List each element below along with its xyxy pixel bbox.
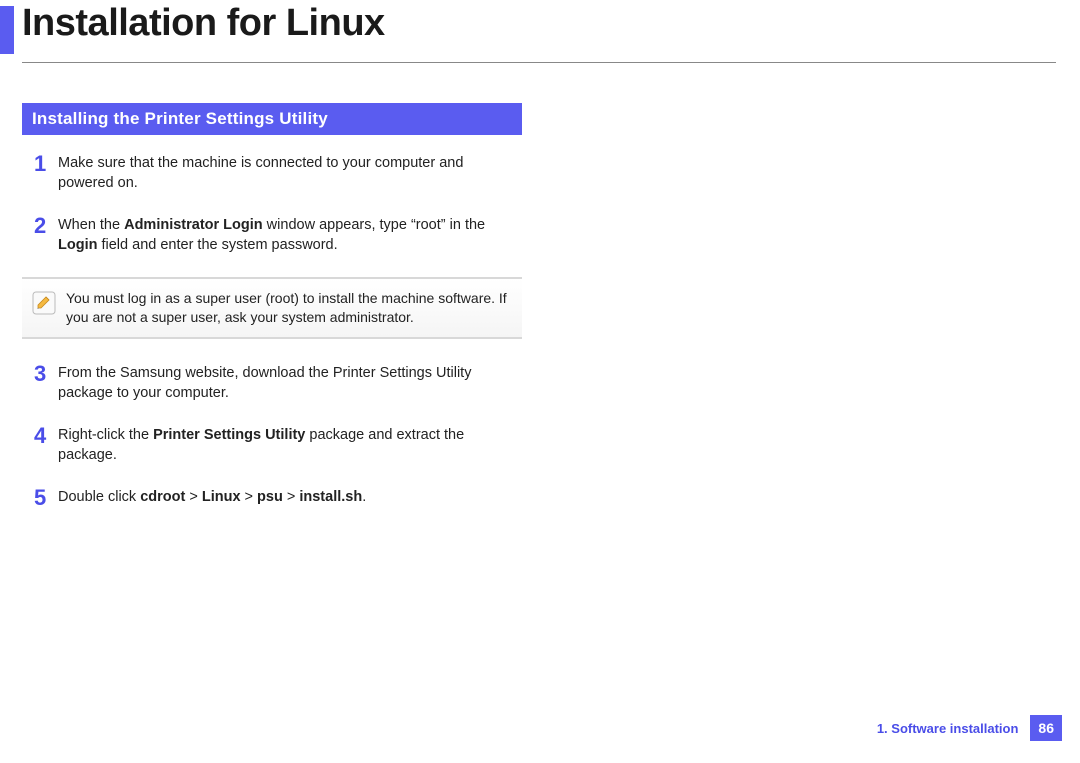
text-fragment: > xyxy=(241,489,258,505)
step-4: 4 Right-click the Printer Settings Utili… xyxy=(22,425,522,465)
step-2: 2 When the Administrator Login window ap… xyxy=(22,215,522,255)
steps-group-2: 3 From the Samsung website, download the… xyxy=(22,363,522,509)
footer-chapter: 1. Software installation xyxy=(877,721,1019,736)
text-fragment: Double click xyxy=(58,489,140,505)
title-bar: Installation for Linux xyxy=(0,0,1080,54)
text-bold: Linux xyxy=(202,489,241,505)
note-box: You must log in as a super user (root) t… xyxy=(22,277,522,339)
note-text: You must log in as a super user (root) t… xyxy=(66,289,512,327)
step-text: Make sure that the machine is connected … xyxy=(58,153,522,193)
step-number: 4 xyxy=(22,425,58,447)
text-bold: cdroot xyxy=(140,489,185,505)
page-title: Installation for Linux xyxy=(14,0,385,45)
title-rule xyxy=(22,62,1056,63)
step-text: Double click cdroot > Linux > psu > inst… xyxy=(58,487,366,508)
step-text: From the Samsung website, download the P… xyxy=(58,363,522,403)
step-1: 1 Make sure that the machine is connecte… xyxy=(22,153,522,193)
steps-group-1: 1 Make sure that the machine is connecte… xyxy=(22,153,522,255)
step-text: Right-click the Printer Settings Utility… xyxy=(58,425,522,465)
step-3: 3 From the Samsung website, download the… xyxy=(22,363,522,403)
text-bold: Printer Settings Utility xyxy=(153,427,305,443)
text-fragment: field and enter the system password. xyxy=(97,237,337,253)
text-bold: Administrator Login xyxy=(124,217,263,233)
step-5: 5 Double click cdroot > Linux > psu > in… xyxy=(22,487,522,509)
step-number: 3 xyxy=(22,363,58,385)
title-accent-bar xyxy=(0,6,14,54)
text-bold: Login xyxy=(58,237,97,253)
text-bold: psu xyxy=(257,489,283,505)
text-fragment: > xyxy=(283,489,300,505)
note-pencil-icon xyxy=(32,291,56,315)
step-number: 5 xyxy=(22,487,58,509)
text-fragment: . xyxy=(362,489,366,505)
step-number: 1 xyxy=(22,153,58,175)
page-footer: 1. Software installation 86 xyxy=(877,715,1062,741)
footer-page-number: 86 xyxy=(1030,715,1062,741)
content-column: Installing the Printer Settings Utility … xyxy=(22,103,522,509)
text-bold: install.sh xyxy=(299,489,362,505)
section-header: Installing the Printer Settings Utility xyxy=(22,103,522,135)
text-fragment: When the xyxy=(58,217,124,233)
text-fragment: > xyxy=(185,489,202,505)
text-fragment: Right-click the xyxy=(58,427,153,443)
step-number: 2 xyxy=(22,215,58,237)
step-text: When the Administrator Login window appe… xyxy=(58,215,522,255)
text-fragment: window appears, type “root” in the xyxy=(263,217,485,233)
